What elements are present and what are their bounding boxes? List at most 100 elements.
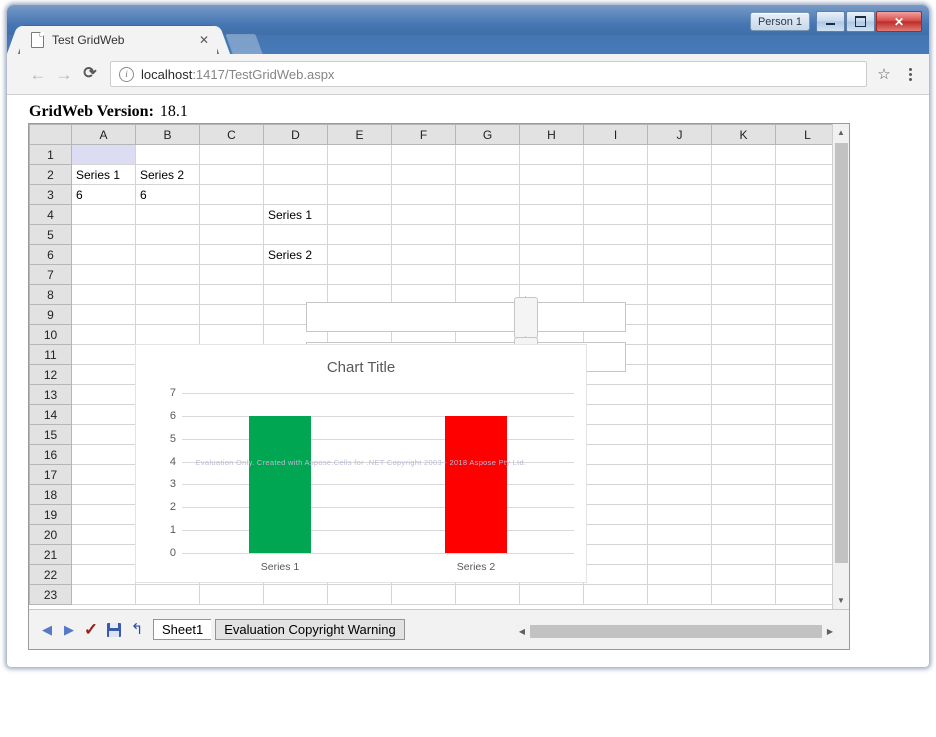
cell-i18[interactable] (583, 484, 648, 505)
cell-b4[interactable] (135, 204, 200, 225)
column-header-l[interactable]: L (775, 124, 840, 145)
cell-k15[interactable] (711, 424, 776, 445)
row-header-20[interactable]: 20 (29, 524, 72, 545)
cell-l6[interactable] (775, 244, 840, 265)
cell-e3[interactable] (327, 184, 392, 205)
cell-b23[interactable] (135, 584, 200, 605)
cell-k17[interactable] (711, 464, 776, 485)
scroll-left-icon[interactable]: ◀ (515, 624, 529, 639)
row-header-16[interactable]: 16 (29, 444, 72, 465)
cell-j23[interactable] (647, 584, 712, 605)
cell-h23[interactable] (519, 584, 584, 605)
cell-f6[interactable] (391, 244, 456, 265)
cell-d4[interactable]: Series 1 (263, 204, 328, 225)
reload-icon[interactable]: ⟳ (77, 61, 103, 87)
cell-j6[interactable] (647, 244, 712, 265)
cell-j5[interactable] (647, 224, 712, 245)
cell-g2[interactable] (455, 164, 520, 185)
cell-k23[interactable] (711, 584, 776, 605)
cell-l10[interactable] (775, 324, 840, 345)
cell-k1[interactable] (711, 144, 776, 165)
cell-c9[interactable] (199, 304, 264, 325)
slider-1-thumb[interactable] (514, 297, 538, 339)
cell-j18[interactable] (647, 484, 712, 505)
cell-h3[interactable] (519, 184, 584, 205)
cell-g5[interactable] (455, 224, 520, 245)
column-header-j[interactable]: J (647, 124, 712, 145)
row-header-7[interactable]: 7 (29, 264, 72, 285)
cell-d5[interactable] (263, 224, 328, 245)
row-header-5[interactable]: 5 (29, 224, 72, 245)
cell-g1[interactable] (455, 144, 520, 165)
cell-c23[interactable] (199, 584, 264, 605)
cell-i16[interactable] (583, 444, 648, 465)
row-header-22[interactable]: 22 (29, 564, 72, 585)
vertical-scroll-thumb[interactable] (835, 143, 848, 563)
bookmark-star-icon[interactable]: ☆ (871, 61, 897, 87)
column-header-e[interactable]: E (327, 124, 392, 145)
column-header-f[interactable]: F (391, 124, 456, 145)
cell-l21[interactable] (775, 544, 840, 565)
cell-i20[interactable] (583, 524, 648, 545)
cell-i2[interactable] (583, 164, 648, 185)
grid-horizontal-scrollbar[interactable]: ◀ ▶ (515, 624, 837, 639)
site-info-icon[interactable]: i (119, 66, 134, 82)
cell-l1[interactable] (775, 144, 840, 165)
cell-i13[interactable] (583, 384, 648, 405)
cell-j19[interactable] (647, 504, 712, 525)
sheet-tab-evaluation-copyright-warning[interactable]: Evaluation Copyright Warning (215, 619, 405, 640)
row-header-11[interactable]: 11 (29, 344, 72, 365)
sheet-tab-sheet1[interactable]: Sheet1 (153, 619, 212, 640)
cell-l14[interactable] (775, 404, 840, 425)
cell-l13[interactable] (775, 384, 840, 405)
cell-i21[interactable] (583, 544, 648, 565)
cell-j15[interactable] (647, 424, 712, 445)
cell-i3[interactable] (583, 184, 648, 205)
new-tab-button[interactable] (225, 34, 263, 54)
save-icon[interactable] (107, 622, 121, 637)
cell-e23[interactable] (327, 584, 392, 605)
cell-d23[interactable] (263, 584, 328, 605)
row-header-1[interactable]: 1 (29, 144, 72, 165)
cell-e5[interactable] (327, 224, 392, 245)
cell-i15[interactable] (583, 424, 648, 445)
column-header-h[interactable]: H (519, 124, 584, 145)
row-header-17[interactable]: 17 (29, 464, 72, 485)
cell-l12[interactable] (775, 364, 840, 385)
column-header-g[interactable]: G (455, 124, 520, 145)
cell-k22[interactable] (711, 564, 776, 585)
row-header-3[interactable]: 3 (29, 184, 72, 205)
cell-h5[interactable] (519, 224, 584, 245)
cell-f3[interactable] (391, 184, 456, 205)
cell-h7[interactable] (519, 264, 584, 285)
cell-d6[interactable]: Series 2 (263, 244, 328, 265)
cell-c5[interactable] (199, 224, 264, 245)
cell-a21[interactable] (71, 544, 136, 565)
cell-k2[interactable] (711, 164, 776, 185)
cell-k12[interactable] (711, 364, 776, 385)
cell-f2[interactable] (391, 164, 456, 185)
cell-l17[interactable] (775, 464, 840, 485)
undo-icon[interactable]: ↰ (127, 620, 147, 640)
cell-f5[interactable] (391, 224, 456, 245)
cell-l20[interactable] (775, 524, 840, 545)
cell-d7[interactable] (263, 264, 328, 285)
row-header-6[interactable]: 6 (29, 244, 72, 265)
row-header-12[interactable]: 12 (29, 364, 72, 385)
row-header-18[interactable]: 18 (29, 484, 72, 505)
cell-h2[interactable] (519, 164, 584, 185)
cell-a2[interactable]: Series 1 (71, 164, 136, 185)
cell-j10[interactable] (647, 324, 712, 345)
cell-i1[interactable] (583, 144, 648, 165)
cell-e4[interactable] (327, 204, 392, 225)
cell-h4[interactable] (519, 204, 584, 225)
cell-j1[interactable] (647, 144, 712, 165)
cell-i6[interactable] (583, 244, 648, 265)
cell-l22[interactable] (775, 564, 840, 585)
column-header-b[interactable]: B (135, 124, 200, 145)
embedded-chart[interactable]: Chart Title 0 1 2 3 4 5 6 7 Series 1 Series 2 Eva… (135, 344, 587, 583)
cell-a12[interactable] (71, 364, 136, 385)
cell-j2[interactable] (647, 164, 712, 185)
cell-i19[interactable] (583, 504, 648, 525)
cell-j12[interactable] (647, 364, 712, 385)
